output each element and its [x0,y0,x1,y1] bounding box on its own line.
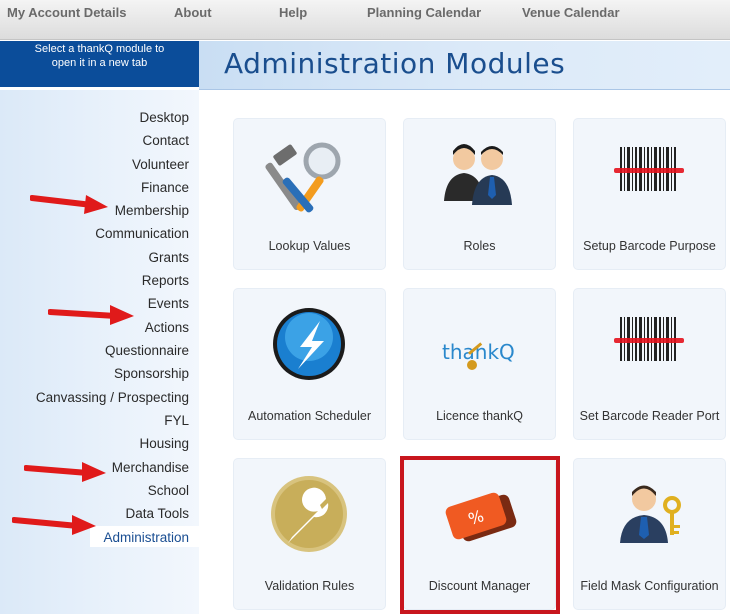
sidebar-item-finance[interactable]: Finance [141,180,189,195]
tile-label: Automation Scheduler [248,408,371,423]
sidebar-item-grants[interactable]: Grants [148,250,189,265]
sidebar-item-events[interactable]: Events [148,296,189,311]
lightning-globe-icon [273,308,345,380]
tile-label: Licence thankQ [436,408,523,423]
sidebar-item-housing[interactable]: Housing [139,436,189,451]
barcode-icon [614,147,684,191]
discount-manager-highlight-box [400,456,560,614]
wrench-icon [271,476,347,552]
sidebar-item-school[interactable]: School [148,483,189,498]
tile-set-barcode-reader-port[interactable]: Set Barcode Reader Port [574,289,725,439]
arrow-annotation-merchandise [24,462,106,482]
menu-about[interactable]: About [174,5,212,20]
tile-licence-thankq[interactable]: thankQ Licence thankQ [404,289,555,439]
sidebar-item-desktop[interactable]: Desktop [139,110,189,125]
arrow-annotation-events [48,305,134,325]
tile-label: Set Barcode Reader Port [579,408,720,423]
top-menu-bar: My Account Details About Help Planning C… [0,0,730,40]
sidebar-item-membership[interactable]: Membership [115,203,189,218]
sidebar-item-administration[interactable]: Administration [103,530,189,545]
page-title: Administration Modules [224,47,566,80]
users-icon [444,144,512,205]
tools-magnifier-icon [265,142,341,213]
sidebar-item-contact[interactable]: Contact [142,133,189,148]
tile-label: Field Mask Configuration [580,578,719,593]
sidebar-item-communication[interactable]: Communication [95,226,189,241]
tile-label: Lookup Values [268,238,351,253]
arrow-annotation-administration [12,515,96,535]
tile-roles[interactable]: Roles [404,119,555,269]
user-key-icon [620,485,681,543]
tile-label: Validation Rules [264,578,355,593]
sidebar-item-merchandise[interactable]: Merchandise [112,460,189,475]
module-hint-panel: Select a thankQ module to open it in a n… [0,41,199,87]
sidebar-item-reports[interactable]: Reports [142,273,189,288]
sidebar-item-fyl[interactable]: FYL [164,413,189,428]
menu-help[interactable]: Help [279,5,307,20]
thankq-logo-text: thankQ [442,340,515,364]
page-header: Administration Modules [199,41,730,90]
menu-planning-calendar[interactable]: Planning Calendar [367,5,481,20]
sidebar-item-data-tools[interactable]: Data Tools [125,506,189,521]
tile-label: Setup Barcode Purpose [583,238,716,253]
module-hint-line-1: Select a thankQ module to [34,43,165,55]
tile-field-mask-configuration[interactable]: Field Mask Configuration [574,459,725,609]
sidebar-item-sponsorship[interactable]: Sponsorship [114,366,189,381]
tile-validation-rules[interactable]: Validation Rules [234,459,385,609]
menu-my-account-details[interactable]: My Account Details [7,5,126,20]
sidebar-item-canvassing-prospecting[interactable]: Canvassing / Prospecting [36,390,189,405]
tile-lookup-values[interactable]: Lookup Values [234,119,385,269]
thankq-key-icon: thankQ [442,340,515,370]
tile-label: Roles [463,238,496,253]
barcode-icon [614,317,684,361]
tile-setup-barcode-purpose[interactable]: Setup Barcode Purpose [574,119,725,269]
tile-automation-scheduler[interactable]: Automation Scheduler [234,289,385,439]
sidebar-item-actions[interactable]: Actions [145,320,189,335]
module-hint-line-2: open it in a new tab [51,57,148,69]
menu-venue-calendar[interactable]: Venue Calendar [522,5,620,20]
arrow-annotation-membership [30,195,108,214]
sidebar-item-questionnaire[interactable]: Questionnaire [105,343,189,358]
sidebar-item-volunteer[interactable]: Volunteer [132,157,189,172]
